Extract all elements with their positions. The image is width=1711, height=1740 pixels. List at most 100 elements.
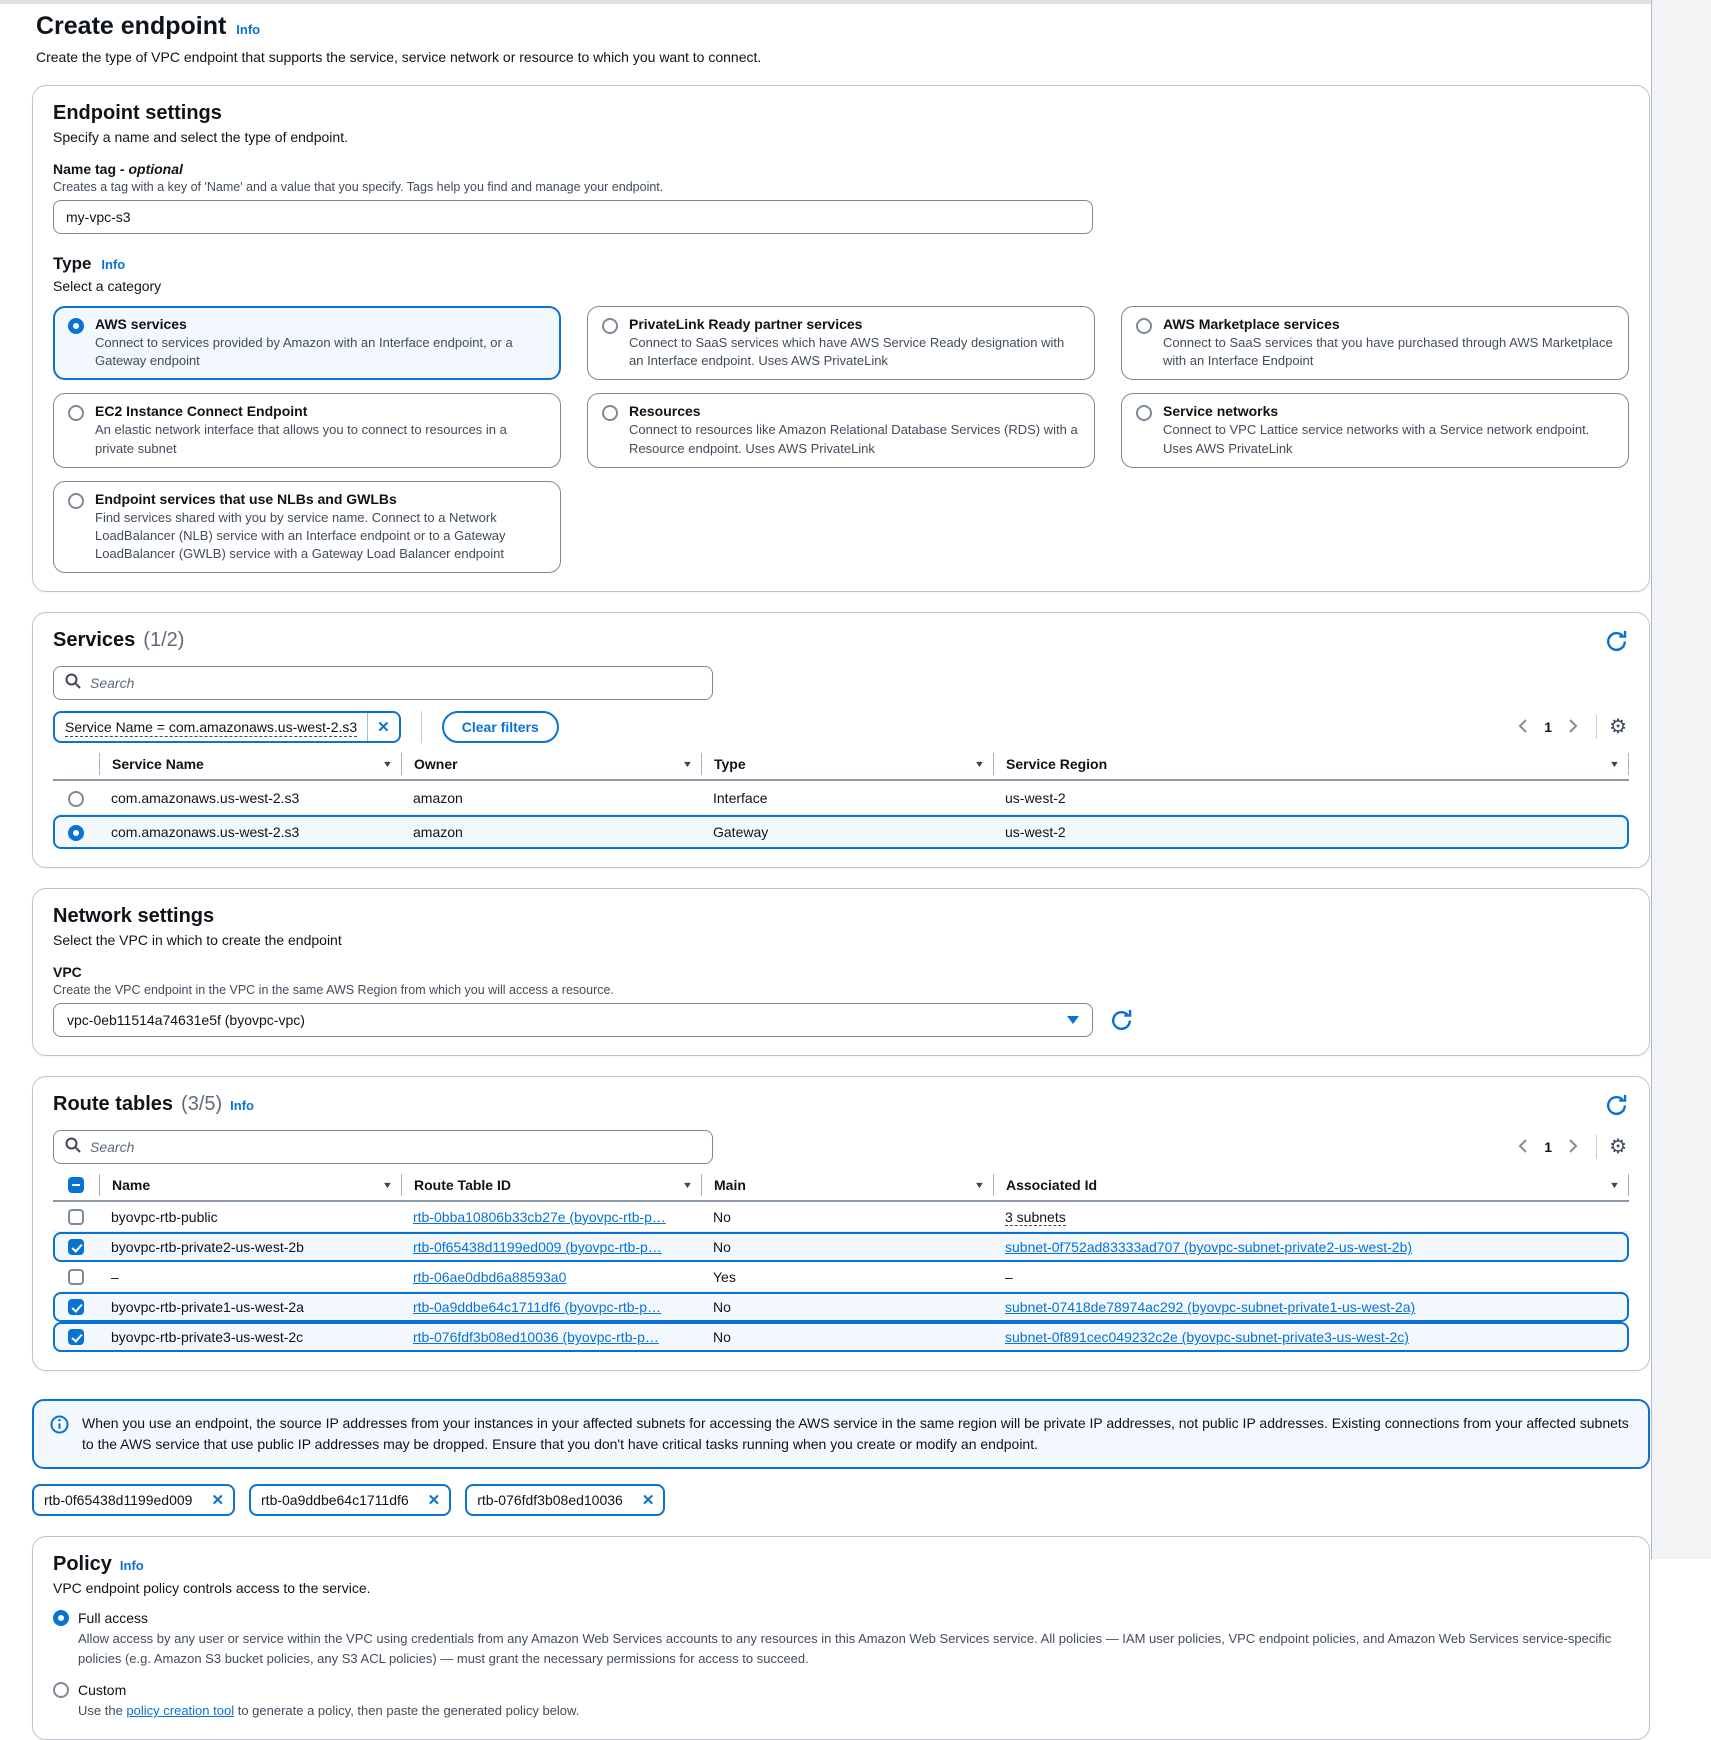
type-option-service-networks[interactable]: Service networks Connect to VPC Lattice … <box>1121 393 1629 467</box>
next-page-button[interactable] <box>1561 1136 1586 1159</box>
type-option-description: An elastic network interface that allows… <box>95 421 546 457</box>
associated-subnet-link[interactable]: subnet-0f891cec049232c2e (byovpc-subnet-… <box>1005 1329 1409 1345</box>
associated-subnet-link[interactable]: subnet-0f752ad83333ad707 (byovpc-subnet-… <box>1005 1239 1412 1255</box>
services-preferences-button[interactable]: ⚙ <box>1607 717 1629 737</box>
route-table-id-link[interactable]: rtb-0f65438d1199ed009 (byovpc-rtb-p… <box>413 1239 662 1255</box>
policy-info-link[interactable]: Info <box>120 1558 144 1573</box>
close-icon[interactable]: ✕ <box>419 1486 450 1514</box>
clear-filters-button[interactable]: Clear filters <box>442 711 559 743</box>
route-table-id-link[interactable]: rtb-076fdf3b08ed10036 (byovpc-rtb-p… <box>413 1329 659 1345</box>
owner-cell: amazon <box>401 790 701 806</box>
filter-caret-icon[interactable]: ▼ <box>1609 759 1620 769</box>
policy-option-full-access[interactable]: Full access <box>53 1610 1629 1626</box>
filter-caret-icon[interactable]: ▼ <box>682 1180 693 1190</box>
route-table-id-link[interactable]: rtb-06ae0dbd6a88593a0 <box>413 1269 566 1285</box>
type-cell: Interface <box>701 790 993 806</box>
type-info-link[interactable]: Info <box>101 257 125 272</box>
info-icon <box>50 1415 69 1455</box>
column-header-type[interactable]: Type▼ <box>701 753 993 775</box>
services-search-input[interactable] <box>90 675 701 691</box>
service-name-filter-token[interactable]: Service Name = com.amazonaws.us-west-2.s… <box>53 711 401 743</box>
column-header-associated-id[interactable]: Associated Id ▼ <box>993 1174 1629 1196</box>
row-checkbox[interactable] <box>68 1269 84 1285</box>
column-header-owner[interactable]: Owner ▼ <box>401 753 701 775</box>
type-option-description: Connect to SaaS services that you have p… <box>1163 334 1614 370</box>
column-header-name[interactable]: Name▼ <box>99 1174 401 1196</box>
vpc-select[interactable]: vpc-0eb11514a74631e5f (byovpc-vpc) <box>53 1003 1093 1037</box>
column-header-route-table-id[interactable]: Route Table ID▼ <box>401 1174 701 1196</box>
filter-caret-icon[interactable]: ▼ <box>682 759 693 769</box>
type-option-description: Find services shared with you by service… <box>95 509 546 564</box>
type-option-resources[interactable]: Resources Connect to resources like Amaz… <box>587 393 1095 467</box>
previous-page-button[interactable] <box>1510 1136 1535 1159</box>
type-option-title: Endpoint services that use NLBs and GWLB… <box>95 491 546 507</box>
type-option-aws-services[interactable]: AWS services Connect to services provide… <box>53 306 561 380</box>
services-table-header: Service Name▼ Owner ▼ Type▼ Service Regio… <box>53 753 1629 781</box>
name-tag-input[interactable] <box>53 200 1093 234</box>
column-label: Associated Id <box>1006 1177 1097 1193</box>
route-tables-title: Route tables (3/5) Info <box>53 1093 254 1116</box>
page-number[interactable]: 1 <box>1535 1139 1561 1155</box>
page-number[interactable]: 1 <box>1535 719 1561 735</box>
row-radio[interactable] <box>68 791 84 807</box>
row-checkbox-checked[interactable] <box>68 1299 84 1315</box>
page-info-link[interactable]: Info <box>236 22 260 37</box>
filter-caret-icon[interactable]: ▼ <box>974 1180 985 1190</box>
route-tables-table: Name▼ Route Table ID▼ Main▼ Associated I… <box>53 1174 1629 1352</box>
close-icon[interactable]: ✕ <box>367 713 399 741</box>
type-hint: Select a category <box>53 278 1629 294</box>
policy-option-custom[interactable]: Custom <box>53 1682 1629 1698</box>
filter-caret-icon[interactable]: ▼ <box>1609 1180 1620 1190</box>
type-option-text: Resources Connect to resources like Amaz… <box>629 403 1080 457</box>
services-search <box>53 666 713 700</box>
service-name-cell: com.amazonaws.us-west-2.s3 <box>99 790 401 806</box>
previous-page-button[interactable] <box>1510 716 1535 739</box>
services-refresh-button[interactable] <box>1604 629 1629 654</box>
column-header-main[interactable]: Main▼ <box>701 1174 993 1196</box>
type-option-nlb-gwlb-services[interactable]: Endpoint services that use NLBs and GWLB… <box>53 481 561 574</box>
route-table-id-link[interactable]: rtb-0a9ddbe64c1711df6 (byovpc-rtb-p… <box>413 1299 661 1315</box>
select-all-checkbox[interactable] <box>68 1177 84 1193</box>
row-checkbox[interactable] <box>68 1209 84 1225</box>
radio-icon <box>1136 405 1152 421</box>
route-table-id-link[interactable]: rtb-0bba10806b33cb27e (byovpc-rtb-p… <box>413 1209 666 1225</box>
type-heading: Type Info <box>53 254 1629 274</box>
services-table: Service Name▼ Owner ▼ Type▼ Service Regio… <box>53 753 1629 849</box>
route-tables-pagination: 1 ⚙ <box>1510 1135 1629 1159</box>
close-icon[interactable]: ✕ <box>633 1486 664 1514</box>
route-tables-refresh-button[interactable] <box>1604 1093 1629 1118</box>
type-option-marketplace[interactable]: AWS Marketplace services Connect to SaaS… <box>1121 306 1629 380</box>
full-access-label: Full access <box>78 1610 148 1626</box>
subnet-count-link[interactable]: 3 subnets <box>1005 1209 1066 1226</box>
vpc-label: VPC <box>53 964 1629 980</box>
column-header-service-region[interactable]: Service Region ▼ <box>993 753 1629 775</box>
column-label: Owner <box>414 756 458 772</box>
policy-description: VPC endpoint policy controls access to t… <box>53 1580 1629 1596</box>
vpc-refresh-button[interactable] <box>1109 1008 1134 1033</box>
policy-title-text: Policy <box>53 1553 112 1576</box>
token-label: rtb-0a9ddbe64c1711df6 <box>251 1492 419 1508</box>
column-header-service-name[interactable]: Service Name▼ <box>99 753 401 775</box>
column-label: Service Region <box>1006 756 1107 772</box>
policy-creation-tool-link[interactable]: policy creation tool <box>126 1703 234 1718</box>
row-radio-selected[interactable] <box>68 825 84 841</box>
type-option-ec2-instance-connect[interactable]: EC2 Instance Connect Endpoint An elastic… <box>53 393 561 467</box>
filter-caret-icon[interactable]: ▼ <box>382 759 393 769</box>
refresh-icon <box>1604 642 1629 657</box>
row-checkbox-checked[interactable] <box>68 1329 84 1345</box>
route-tables-search-input[interactable] <box>90 1139 701 1155</box>
route-tables-preferences-button[interactable]: ⚙ <box>1607 1137 1629 1157</box>
row-checkbox-checked[interactable] <box>68 1239 84 1255</box>
route-tables-info-link[interactable]: Info <box>230 1098 254 1113</box>
filter-caret-icon[interactable]: ▼ <box>974 759 985 769</box>
type-option-privatelink-partner[interactable]: PrivateLink Ready partner services Conne… <box>587 306 1095 380</box>
gear-icon: ⚙ <box>1609 716 1627 738</box>
associated-subnet-link[interactable]: subnet-07418de78974ac292 (byovpc-subnet-… <box>1005 1299 1415 1315</box>
next-page-button[interactable] <box>1561 716 1586 739</box>
filter-caret-icon[interactable]: ▼ <box>382 1180 393 1190</box>
owner-cell: amazon <box>401 824 701 840</box>
close-icon[interactable]: ✕ <box>202 1486 233 1514</box>
type-option-title: AWS Marketplace services <box>1163 316 1614 332</box>
endpoint-settings-description: Specify a name and select the type of en… <box>53 129 1629 145</box>
name-tag-label: Name tag - optional <box>53 161 1629 177</box>
